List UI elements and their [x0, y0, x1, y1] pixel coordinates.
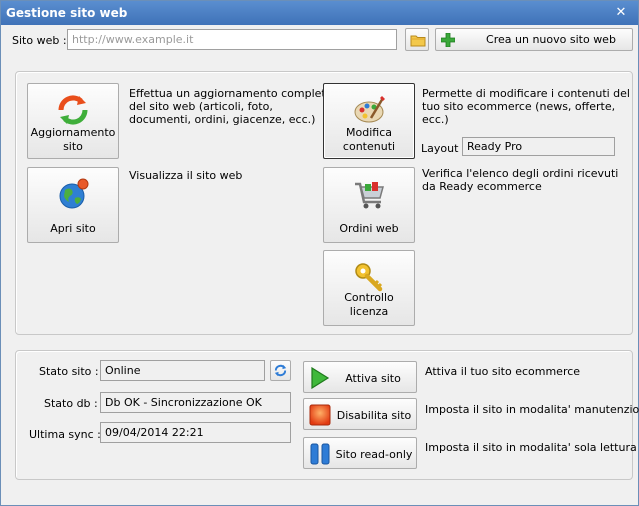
update-site-label-1: Aggiornamento — [30, 126, 116, 139]
refresh-small-icon — [274, 364, 287, 377]
refresh-status-button[interactable] — [270, 360, 291, 381]
activate-site-button[interactable]: Attiva sito — [303, 361, 417, 393]
readonly-site-description: Imposta il sito in modalita' sola lettur… — [425, 441, 637, 454]
refresh-icon — [58, 95, 88, 125]
update-site-label-2: sito — [63, 140, 83, 153]
edit-content-description: Permette di modificare i contenuti del t… — [422, 87, 630, 126]
activate-site-label: Attiva sito — [345, 372, 401, 385]
browse-folder-button[interactable] — [405, 28, 429, 51]
key-icon — [355, 263, 383, 292]
last-sync-label: Ultima sync : — [29, 428, 101, 441]
create-new-site-button[interactable]: Crea un nuovo sito web — [435, 28, 633, 51]
disable-site-description: Imposta il sito in modalita' manutenzion… — [425, 403, 639, 416]
update-site-button[interactable]: Aggiornamento sito — [27, 83, 119, 159]
paint-palette-icon — [354, 96, 385, 123]
stop-icon — [309, 404, 331, 426]
web-orders-description: Verifica l'elenco degli ordini ricevuti … — [422, 167, 619, 193]
license-check-label: Controllo licenza — [344, 291, 394, 318]
folder-icon — [410, 35, 426, 47]
globe-icon — [59, 178, 89, 209]
site-url-field[interactable]: http://www.example.it — [67, 29, 397, 50]
db-state-field: Db OK - Sincronizzazione OK — [100, 392, 291, 413]
site-label: Sito web : — [12, 34, 67, 47]
layout-field: Ready Pro — [462, 137, 615, 156]
pause-icon — [310, 443, 330, 465]
web-orders-label: Ordini web — [339, 222, 399, 235]
layout-label: Layout : — [421, 142, 466, 155]
readonly-site-label: Sito read-only — [335, 448, 413, 461]
disable-site-button[interactable]: Disabilita sito — [303, 398, 417, 430]
license-check-button[interactable]: Controllo licenza — [323, 250, 415, 326]
update-site-description: Effettua un aggiornamento completo del s… — [129, 87, 333, 126]
create-new-site-label: Crea un nuovo sito web — [486, 33, 616, 46]
edit-content-label-2: contenuti — [342, 140, 396, 153]
close-icon: ✕ — [615, 5, 627, 20]
edit-content-label-1: Modifica — [346, 126, 392, 139]
shopping-cart-icon — [355, 182, 384, 209]
disable-site-label: Disabilita sito — [336, 409, 412, 422]
open-site-description: Visualizza il sito web — [129, 169, 243, 182]
site-management-window: Gestione sito web ✕ Sito web : http://ww… — [0, 0, 639, 506]
play-icon — [311, 367, 330, 389]
close-button[interactable]: ✕ — [612, 4, 630, 22]
last-sync-field: 09/04/2014 22:21 — [100, 422, 291, 443]
title-bar: Gestione sito web ✕ — [1, 1, 638, 25]
activate-site-description: Attiva il tuo sito ecommerce — [425, 365, 581, 378]
web-orders-button[interactable]: Ordini web — [323, 167, 415, 243]
open-site-button[interactable]: Apri sito — [27, 167, 119, 243]
open-site-label: Apri sito — [50, 222, 96, 235]
plus-icon — [441, 33, 455, 47]
window-title: Gestione sito web — [6, 6, 128, 20]
edit-content-button[interactable]: Modifica contenuti — [323, 83, 415, 159]
site-state-field: Online — [100, 360, 265, 381]
readonly-site-button[interactable]: Sito read-only — [303, 437, 417, 469]
db-state-label: Stato db : — [44, 397, 98, 410]
site-state-label: Stato sito : — [39, 365, 99, 378]
